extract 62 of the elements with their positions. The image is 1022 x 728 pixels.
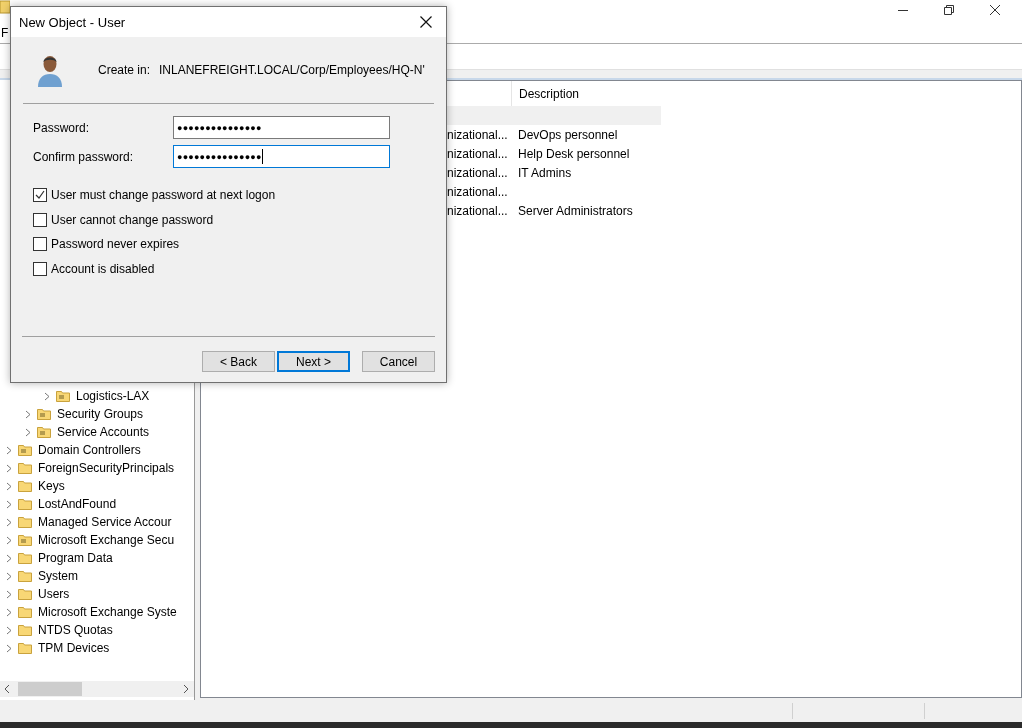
- tree-item[interactable]: Service Accounts: [0, 423, 194, 441]
- option-checkbox[interactable]: User cannot change password: [22, 207, 435, 232]
- tree-item[interactable]: ForeignSecurityPrincipals: [0, 459, 194, 477]
- create-in-label: Create in:: [98, 63, 152, 77]
- table-cell-text: nizational...: [447, 165, 509, 180]
- folder-icon: [18, 570, 32, 582]
- folder-icon: [18, 642, 32, 654]
- folder-icon: [18, 606, 32, 618]
- dialog-button[interactable]: < Back: [202, 351, 275, 372]
- tree-item[interactable]: LostAndFound: [0, 495, 194, 513]
- field-label: Password:: [32, 120, 91, 135]
- table-cell-text: nizational...: [447, 146, 509, 161]
- minimize-icon: [898, 9, 908, 11]
- tree-item[interactable]: Microsoft Exchange Syste: [0, 603, 194, 621]
- tree-item[interactable]: System: [0, 567, 194, 585]
- tree-item[interactable]: Users: [0, 585, 194, 603]
- dialog-button[interactable]: Cancel: [362, 351, 435, 372]
- password-field[interactable]: ●●●●●●●●●●●●●●●: [173, 145, 390, 168]
- folder-icon: [18, 480, 32, 492]
- tree-item[interactable]: Logistics-LAX: [0, 387, 194, 405]
- tree-item[interactable]: NTDS Quotas: [0, 621, 194, 639]
- tree-item[interactable]: Domain Controllers: [0, 441, 194, 459]
- folder-badge-icon: [18, 534, 32, 546]
- tree-item[interactable]: Program Data: [0, 549, 194, 567]
- folder-icon: [18, 462, 32, 474]
- restore-icon: [944, 5, 954, 15]
- checkmark-icon: [35, 190, 45, 201]
- folder-icon: [18, 498, 32, 510]
- close-icon: [420, 16, 432, 28]
- folder-icon: [18, 624, 32, 636]
- folder-badge-icon: [37, 426, 51, 438]
- password-field[interactable]: ●●●●●●●●●●●●●●●: [173, 116, 390, 139]
- tree-item[interactable]: Microsoft Exchange Secu: [0, 531, 194, 549]
- folder-icon: [18, 516, 32, 528]
- option-checkbox[interactable]: User must change password at next logon: [22, 183, 435, 208]
- user-icon: [36, 53, 64, 87]
- tree-item[interactable]: TPM Devices: [0, 639, 194, 657]
- tree-item[interactable]: Security Groups: [0, 405, 194, 423]
- folder-icon: [18, 552, 32, 564]
- app-icon: [0, 0, 10, 14]
- tree-item[interactable]: Keys: [0, 477, 194, 495]
- chevron-icon[interactable]: [44, 391, 50, 401]
- folder-icon: [18, 588, 32, 600]
- field-label: Confirm password:: [32, 149, 135, 164]
- close-icon: [990, 5, 1000, 15]
- option-checkbox[interactable]: Account is disabled: [22, 256, 435, 281]
- table-cell-text: Server Administrators: [517, 203, 634, 218]
- menu-item[interactable]: F: [0, 25, 10, 40]
- table-cell-text: DevOps personnel: [517, 127, 619, 142]
- tree-item[interactable]: Managed Service Accour: [0, 513, 194, 531]
- table-cell-text: IT Admins: [517, 165, 573, 180]
- table-cell-text: Help Desk personnel: [517, 146, 631, 161]
- table-cell-text: nizational...: [447, 203, 509, 218]
- dialog-button[interactable]: Next >: [277, 351, 350, 372]
- folder-badge-icon: [18, 444, 32, 456]
- dialog-title: New Object - User: [19, 14, 126, 30]
- table-cell-text: nizational...: [447, 127, 509, 142]
- option-checkbox[interactable]: Password never expires: [22, 232, 435, 257]
- folder-badge-icon: [56, 390, 70, 402]
- folder-badge-icon: [37, 408, 51, 420]
- horizontal-scrollbar[interactable]: [0, 681, 194, 697]
- container-path: INLANEFREIGHT.LOCAL/Corp/Employees/HQ-N': [159, 63, 425, 77]
